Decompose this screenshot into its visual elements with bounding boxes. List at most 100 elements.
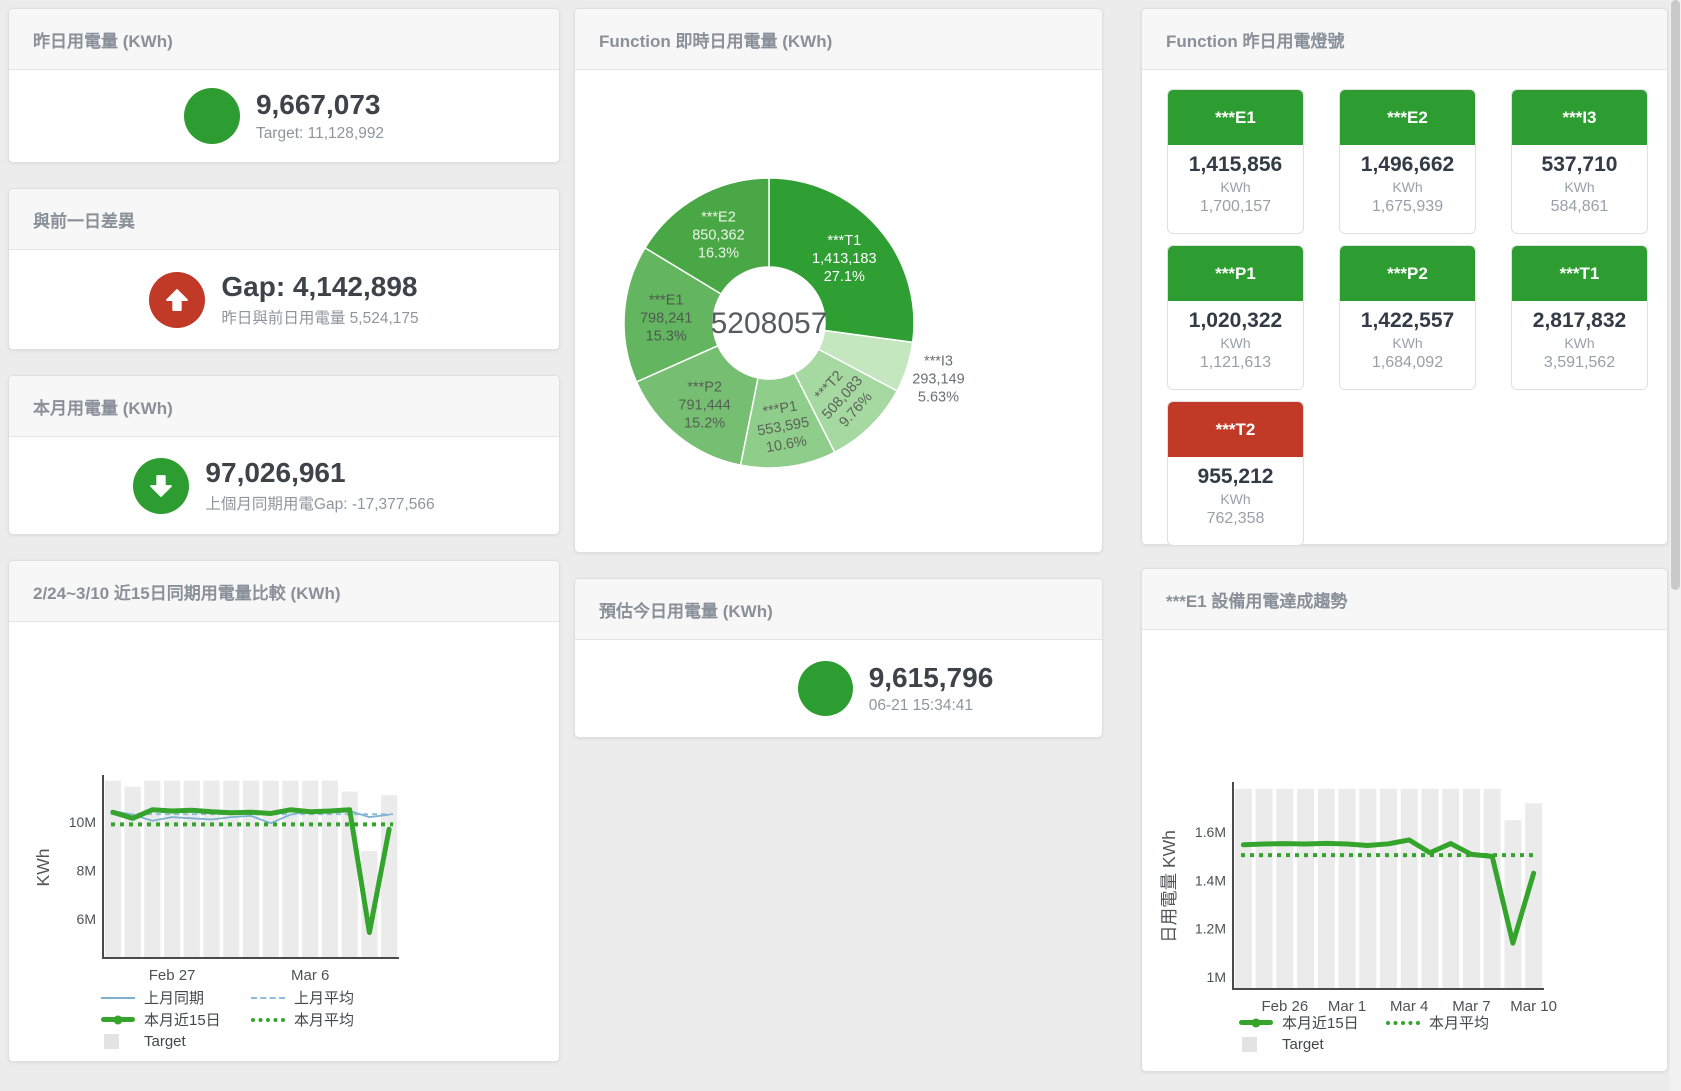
legend-swatch-icon xyxy=(101,997,135,999)
legend-swatch-icon xyxy=(251,997,285,999)
legend-item-dashed[interactable]: 上月平均 xyxy=(251,989,401,1006)
light-tile-value: 537,710 xyxy=(1512,153,1647,177)
target-bar xyxy=(1235,789,1252,989)
legend-item-dotted[interactable]: 本月平均 xyxy=(251,1011,401,1028)
legend-label: 本月近15日 xyxy=(144,1009,221,1030)
light-tile-value: 1,020,322 xyxy=(1168,309,1303,333)
target-bar xyxy=(164,781,180,958)
target-bar xyxy=(302,781,318,958)
panel-title: Function 即時日用電量 (KWh) xyxy=(575,9,1102,70)
panel-title: 2/24~3/10 近15日同期用電量比較 (KWh) xyxy=(9,561,559,622)
y-axis-title: KWh xyxy=(33,849,53,887)
light-tile-unit: KWh xyxy=(1168,179,1303,195)
x-tick-label: Feb 27 xyxy=(149,967,196,984)
forecast-timestamp: 06-21 15:34:41 xyxy=(869,697,994,715)
target-bar xyxy=(203,781,219,958)
panel-yesterday-usage: 昨日用電量 (KWh) 9,667,073 Target: 11,128,992 xyxy=(8,8,560,163)
panel-day-gap: 與前一日差異 Gap: 4,142,898 昨日與前日用電量 5,524,175 xyxy=(8,188,560,350)
light-tile-I3: ***I3 537,710 KWh 584,861 xyxy=(1511,89,1648,234)
y-tick-label: 1.4M xyxy=(1195,872,1226,888)
legend-swatch-icon xyxy=(101,1017,135,1022)
target-bar xyxy=(1401,789,1418,989)
y-tick-label: 1.6M xyxy=(1195,824,1226,840)
target-bar xyxy=(1276,789,1293,989)
scrollbar-track[interactable] xyxy=(1670,0,1681,1091)
target-bar xyxy=(1339,789,1356,989)
y-axis-title: 日用電量 KWh xyxy=(1159,830,1179,943)
target-bar xyxy=(105,781,121,958)
compare-chart[interactable]: 6M8M10MFeb 27Mar 6KWh xyxy=(9,622,561,986)
month-usage-gap: 上個月同期用電Gap: -17,377,566 xyxy=(205,492,434,514)
light-tile-unit: KWh xyxy=(1168,335,1303,351)
x-tick-label: Mar 6 xyxy=(291,967,329,984)
light-tile-value: 955,212 xyxy=(1168,465,1303,489)
legend-swatch-icon xyxy=(1242,1037,1257,1052)
compare-legend: 上月同期 上月平均本月近15日 本月平均 Target xyxy=(101,989,401,1050)
legend-item-dotted[interactable]: 本月平均 xyxy=(1386,1014,1533,1031)
light-tile-target: 3,591,562 xyxy=(1512,354,1647,372)
panel-yesterday-lights: Function 昨日用電燈號 ***E11,415,856KWh1,700,1… xyxy=(1141,8,1668,545)
legend-label: Target xyxy=(144,1033,186,1050)
light-tile-E1: ***E11,415,856KWh1,700,157 xyxy=(1167,89,1304,234)
legend-label: 本月近15日 xyxy=(1282,1012,1359,1033)
light-tile-unit: KWh xyxy=(1512,179,1647,195)
legend-item-thickline[interactable]: 本月近15日 xyxy=(1239,1014,1386,1031)
panel-title: ***E1 設備用電達成趨勢 xyxy=(1142,569,1667,630)
target-bar xyxy=(243,781,259,958)
donut-chart[interactable]: ***T11,413,18327.1%***I3293,1495.63%***T… xyxy=(575,72,1104,542)
target-bar xyxy=(322,781,338,958)
trend-legend: 本月近15日 本月平均 Target xyxy=(1239,1014,1533,1053)
target-bar xyxy=(263,781,279,958)
light-tile-P1: ***P1 1,020,322 KWh 1,121,613 xyxy=(1167,245,1304,390)
light-tile-target: 1,684,092 xyxy=(1340,354,1475,372)
light-tile-header: ***E1 xyxy=(1168,90,1303,145)
light-tile-unit: KWh xyxy=(1512,335,1647,351)
trend-chart[interactable]: 1M1.2M1.4M1.6MFeb 26Mar 1Mar 4Mar 7Mar 1… xyxy=(1142,630,1669,1022)
target-bar xyxy=(125,787,141,958)
legend-label: 上月同期 xyxy=(144,987,204,1008)
y-tick-label: 8M xyxy=(77,863,96,879)
light-tile-target: 584,861 xyxy=(1512,198,1647,216)
target-bar xyxy=(381,795,397,958)
legend-label: 本月平均 xyxy=(1429,1012,1489,1033)
day-gap-subtitle: 昨日與前日用電量 5,524,175 xyxy=(221,306,418,328)
legend-swatch-icon xyxy=(104,1034,119,1049)
target-bar xyxy=(282,781,298,958)
legend-item-thickline[interactable]: 本月近15日 xyxy=(101,1011,251,1028)
yesterday-usage-target: Target: 11,128,992 xyxy=(256,125,384,143)
light-tile-header: ***P1 xyxy=(1168,246,1303,301)
light-tile-target: 1,121,613 xyxy=(1168,354,1303,372)
light-tile-T1: ***T12,817,832KWh3,591,562 xyxy=(1511,245,1648,390)
light-tile-unit: KWh xyxy=(1340,335,1475,351)
light-tile-header: ***T2 xyxy=(1168,402,1303,457)
legend-swatch-icon xyxy=(1239,1020,1273,1025)
scrollbar-thumb[interactable] xyxy=(1671,0,1680,590)
legend-item-square[interactable]: Target xyxy=(101,1033,251,1050)
forecast-value: 9,615,796 xyxy=(869,662,994,694)
legend-label: 本月平均 xyxy=(294,1009,354,1030)
target-bar xyxy=(144,781,160,958)
light-tiles-grid: ***E11,415,856KWh1,700,157***E21,496,662… xyxy=(1167,70,1648,546)
yesterday-usage-value: 9,667,073 xyxy=(256,89,384,121)
panel-e1-trend: ***E1 設備用電達成趨勢 1M1.2M1.4M1.6MFeb 26Mar 1… xyxy=(1141,568,1668,1072)
light-tile-value: 1,422,557 xyxy=(1340,309,1475,333)
x-tick-label: Mar 10 xyxy=(1510,998,1557,1015)
light-tile-header: ***I3 xyxy=(1512,90,1647,145)
panel-title: 本月用電量 (KWh) xyxy=(9,376,559,437)
light-tile-value: 1,496,662 xyxy=(1340,153,1475,177)
legend-item-line[interactable]: 上月同期 xyxy=(101,989,251,1006)
legend-item-square[interactable]: Target xyxy=(1239,1036,1386,1053)
x-tick-label: Mar 4 xyxy=(1390,998,1428,1015)
light-tile-P2: ***P2 1,422,557 KWh 1,684,092 xyxy=(1339,245,1476,390)
target-bar xyxy=(1380,789,1397,989)
target-bar xyxy=(1318,789,1335,989)
target-bar xyxy=(1463,789,1480,989)
panel-realtime-donut: Function 即時日用電量 (KWh) ***T11,413,18327.1… xyxy=(574,8,1103,553)
light-tile-header: ***P2 xyxy=(1340,246,1475,301)
light-tile-T2: ***T2955,212KWh762,358 xyxy=(1167,401,1304,546)
panel-title: 與前一日差異 xyxy=(9,189,559,250)
target-bar xyxy=(1442,789,1459,989)
light-tile-header: ***E2 xyxy=(1340,90,1475,145)
light-tile-value: 1,415,856 xyxy=(1168,153,1303,177)
panel-title: Function 昨日用電燈號 xyxy=(1142,9,1667,70)
